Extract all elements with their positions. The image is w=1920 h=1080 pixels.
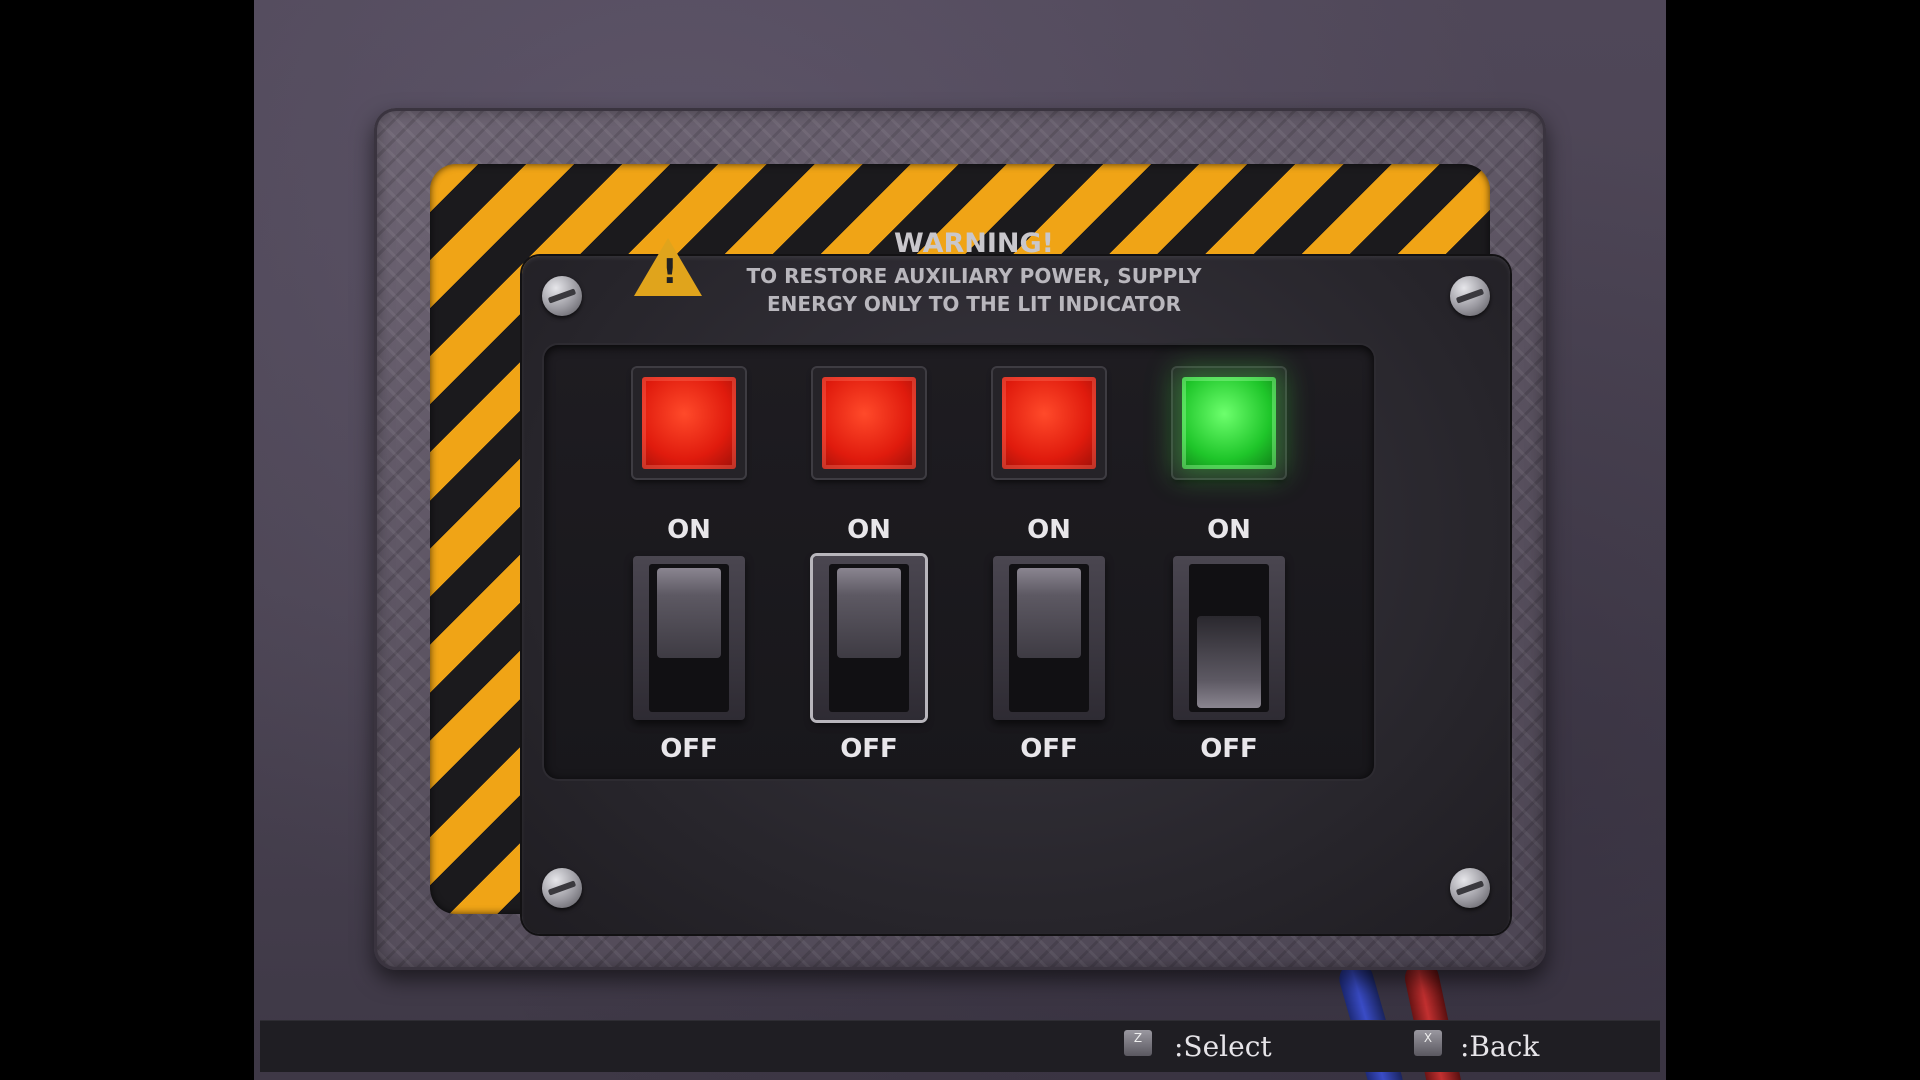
switch-on-label: ON bbox=[667, 515, 711, 545]
switch-off-label: OFF bbox=[660, 734, 718, 764]
warning-triangle-icon: ! bbox=[634, 238, 702, 296]
switch-on-label: ON bbox=[1207, 515, 1251, 545]
toggle-switch-3[interactable] bbox=[993, 556, 1105, 720]
indicator-light-1 bbox=[633, 368, 745, 478]
switch-rocker[interactable] bbox=[657, 568, 721, 658]
switch-rocker[interactable] bbox=[1017, 568, 1081, 658]
green-lamp bbox=[1182, 377, 1276, 469]
indicator-light-3 bbox=[993, 368, 1105, 478]
switch-on-label: ON bbox=[847, 515, 891, 545]
screw-icon bbox=[1450, 276, 1490, 316]
x-key-icon: X bbox=[1414, 1030, 1442, 1056]
indicator-light-2 bbox=[813, 368, 925, 478]
select-hint: :Select bbox=[1174, 1030, 1272, 1063]
indicator-light-4 bbox=[1173, 368, 1285, 478]
switch-rocker[interactable] bbox=[1197, 616, 1261, 708]
game-screen: ! WARNING! TO RESTORE AUXILIARY POWER, S… bbox=[254, 0, 1666, 1080]
screw-icon bbox=[542, 276, 582, 316]
toggle-switch-1[interactable] bbox=[633, 556, 745, 720]
screw-icon bbox=[1450, 868, 1490, 908]
z-key-icon: Z bbox=[1124, 1030, 1152, 1056]
red-lamp bbox=[642, 377, 736, 469]
toggle-switch-2[interactable] bbox=[813, 556, 925, 720]
switch-off-label: OFF bbox=[1200, 734, 1258, 764]
controls-hint-bar: Z :Select X :Back bbox=[260, 1020, 1660, 1072]
back-hint: :Back bbox=[1460, 1030, 1540, 1063]
toggle-switch-4[interactable] bbox=[1173, 556, 1285, 720]
screw-icon bbox=[542, 868, 582, 908]
red-lamp bbox=[1002, 377, 1096, 469]
switch-on-label: ON bbox=[1027, 515, 1071, 545]
switch-off-label: OFF bbox=[1020, 734, 1078, 764]
red-lamp bbox=[822, 377, 916, 469]
warning-text-line-2: ENERGY ONLY TO THE LIT INDICATOR bbox=[767, 292, 1181, 316]
switch-off-label: OFF bbox=[840, 734, 898, 764]
switch-rocker[interactable] bbox=[837, 568, 901, 658]
warning-text-line-1: TO RESTORE AUXILIARY POWER, SUPPLY bbox=[746, 264, 1202, 288]
warning-title: WARNING! bbox=[894, 228, 1054, 259]
